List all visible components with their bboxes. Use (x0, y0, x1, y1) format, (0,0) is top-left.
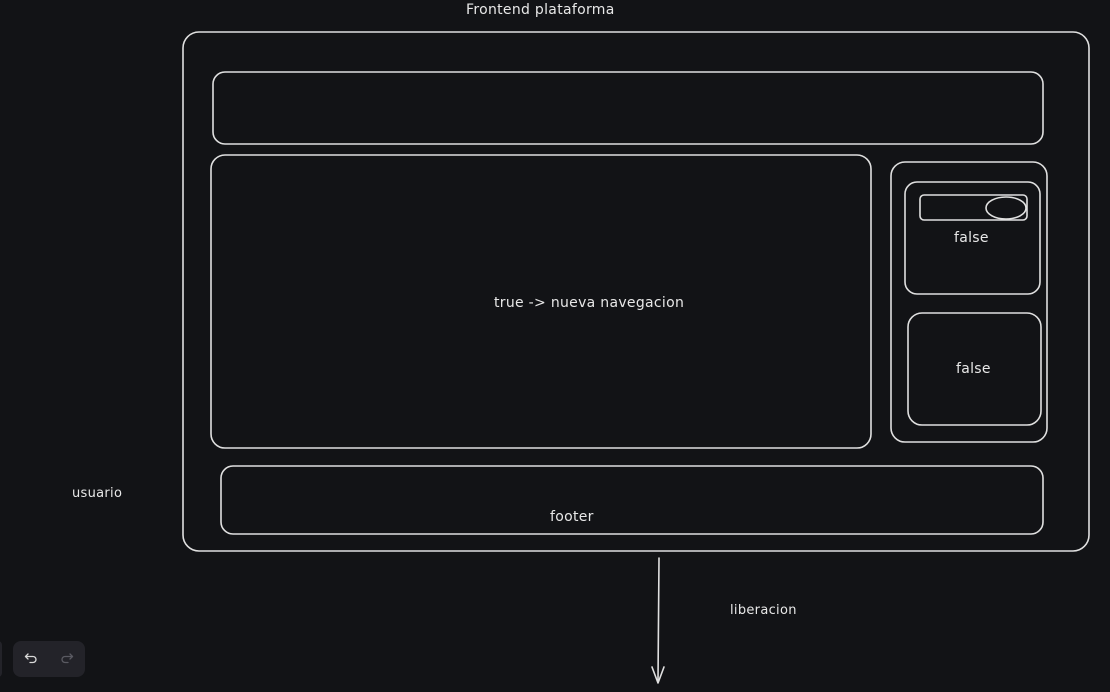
redo-icon (61, 653, 74, 664)
undo-icon (24, 653, 37, 664)
undo-redo-toolbar (13, 641, 85, 677)
redo-button[interactable] (51, 643, 83, 675)
outer-frame[interactable] (182, 31, 1090, 552)
zoom-toolbar-edge (0, 641, 2, 677)
sidebar-bottom-label: false (956, 361, 991, 377)
footer-label: footer (550, 509, 594, 525)
header-box[interactable] (212, 71, 1044, 145)
toggle-switch[interactable] (919, 194, 1028, 221)
toggle-knob (985, 196, 1027, 220)
drawing-canvas[interactable] (0, 0, 1110, 692)
arrow-label: liberacion (730, 603, 797, 618)
sidebar-top-label: false (954, 230, 989, 246)
footer-box[interactable] (220, 465, 1044, 535)
release-arrow-line[interactable] (657, 557, 660, 682)
frame-title-label: Frontend plataforma (466, 2, 615, 18)
sidebar-box[interactable] (890, 161, 1048, 443)
actor-label: usuario (72, 486, 123, 501)
main-area-label: true -> nueva navegacion (494, 295, 685, 311)
undo-button[interactable] (15, 643, 47, 675)
